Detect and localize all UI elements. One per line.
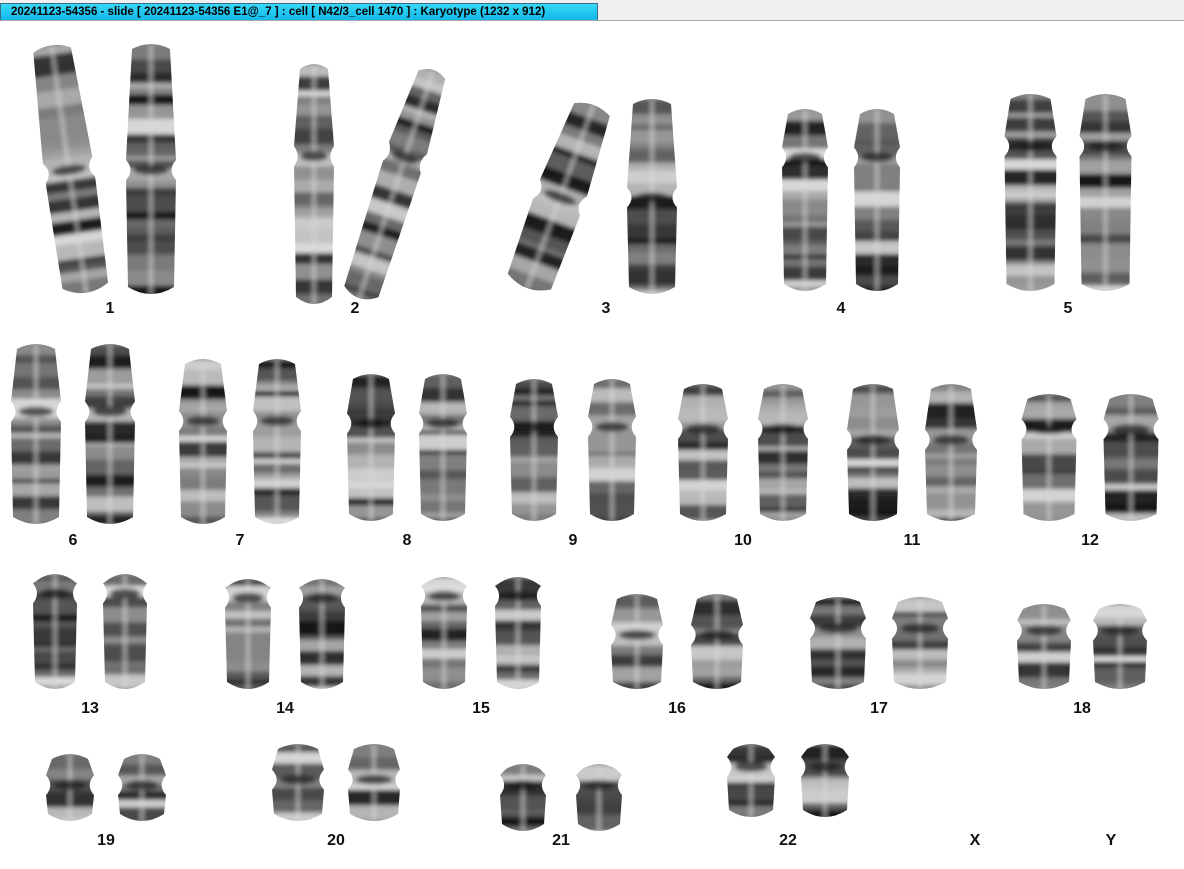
chromosome-22-copy-2[interactable]: [797, 739, 853, 826]
label-chromosome-3: 3: [601, 300, 611, 317]
label-chromosome-4: 4: [836, 300, 846, 317]
chromosome-16-copy-1[interactable]: [607, 589, 667, 698]
chromosome-17-copy-2[interactable]: [888, 592, 952, 700]
chromosome-images: [7, 36, 1163, 841]
chromosome-13-copy-2[interactable]: [99, 569, 151, 700]
label-chromosome-9: 9: [568, 532, 578, 549]
chromosome-8-copy-2[interactable]: [415, 369, 471, 530]
label-chromosome-12: 12: [1081, 532, 1099, 549]
chromosome-12-copy-1[interactable]: [1018, 389, 1081, 530]
label-chromosome-10: 10: [734, 532, 752, 549]
chromosome-3-copy-1[interactable]: [496, 90, 623, 308]
karyogram-area: 1 2 3 4 5 6 7 8 9 10 11 12 13 14 15 16 1…: [0, 21, 1184, 869]
chromosome-14-copy-1[interactable]: [221, 574, 275, 698]
label-chromosome-19: 19: [97, 832, 115, 849]
chromosome-3-copy-2[interactable]: [623, 94, 681, 303]
chromosome-13-copy-1[interactable]: [29, 569, 81, 698]
chromosome-6-copy-1[interactable]: [7, 339, 65, 533]
chromosome-21-copy-2[interactable]: [572, 759, 626, 840]
chromosome-7-copy-2[interactable]: [249, 354, 305, 533]
chromosome-8-copy-1[interactable]: [343, 369, 399, 532]
label-chromosome-y: Y: [1105, 832, 1117, 849]
chromosome-18-copy-1[interactable]: [1013, 599, 1075, 700]
chromosome-19-copy-2[interactable]: [114, 749, 170, 830]
label-chromosome-16: 16: [668, 700, 686, 717]
chromosome-9-copy-1[interactable]: [506, 374, 562, 530]
chromosome-7-copy-1[interactable]: [175, 354, 231, 533]
chromosome-21-copy-1[interactable]: [496, 759, 550, 841]
chromosome-10-copy-2[interactable]: [754, 379, 812, 530]
chromosome-20-copy-1[interactable]: [268, 739, 328, 830]
chromosome-19-copy-1[interactable]: [42, 749, 98, 830]
chromosome-15-copy-2[interactable]: [491, 572, 545, 698]
chromosome-1-copy-2[interactable]: [122, 39, 180, 303]
chromosome-5-copy-2[interactable]: [1076, 89, 1136, 300]
chromosome-10-copy-1[interactable]: [674, 379, 732, 530]
chromosome-22-copy-1[interactable]: [723, 739, 779, 828]
label-chromosome-15: 15: [472, 700, 490, 717]
chromosome-2-copy-2[interactable]: [334, 58, 458, 314]
label-chromosome-20: 20: [327, 832, 345, 849]
label-chromosome-21: 21: [552, 832, 570, 849]
chromosome-14-copy-2[interactable]: [295, 574, 349, 698]
label-chromosome-11: 11: [903, 532, 921, 549]
label-chromosome-14: 14: [276, 700, 294, 717]
chromosome-9-copy-2[interactable]: [584, 374, 640, 530]
label-chromosome-7: 7: [235, 532, 245, 549]
chromosome-1-copy-1[interactable]: [22, 36, 116, 306]
chromosome-15-copy-1[interactable]: [417, 572, 471, 698]
chromosome-17-copy-1[interactable]: [806, 592, 870, 698]
label-chromosome-17: 17: [870, 700, 888, 717]
chromosome-16-copy-2[interactable]: [687, 589, 747, 698]
window-title-tab[interactable]: 20241123-54356 - slide [ 20241123-54356 …: [0, 3, 598, 20]
label-chromosome-22: 22: [779, 832, 797, 849]
chromosome-18-copy-2[interactable]: [1089, 599, 1151, 698]
label-chromosome-18: 18: [1073, 700, 1091, 717]
chromosome-2-copy-1[interactable]: [290, 59, 338, 313]
chromosome-11-copy-2[interactable]: [921, 379, 981, 530]
window-titlebar: 20241123-54356 - slide [ 20241123-54356 …: [0, 0, 1184, 21]
label-chromosome-1: 1: [105, 300, 115, 317]
label-chromosome-2: 2: [350, 300, 360, 317]
label-chromosome-6: 6: [68, 532, 78, 549]
chromosome-5-copy-1[interactable]: [1001, 89, 1061, 300]
label-chromosome-x: X: [969, 832, 981, 849]
label-chromosome-5: 5: [1063, 300, 1073, 317]
chromosome-12-copy-2[interactable]: [1100, 389, 1163, 530]
label-chromosome-13: 13: [81, 700, 99, 717]
chromosome-4-copy-1[interactable]: [778, 104, 832, 300]
chromosome-11-copy-1[interactable]: [843, 379, 903, 530]
chromosome-6-copy-2[interactable]: [81, 339, 139, 533]
chromosome-4-copy-2[interactable]: [850, 104, 904, 300]
label-chromosome-8: 8: [402, 532, 412, 549]
chromosome-20-copy-2[interactable]: [344, 739, 404, 835]
